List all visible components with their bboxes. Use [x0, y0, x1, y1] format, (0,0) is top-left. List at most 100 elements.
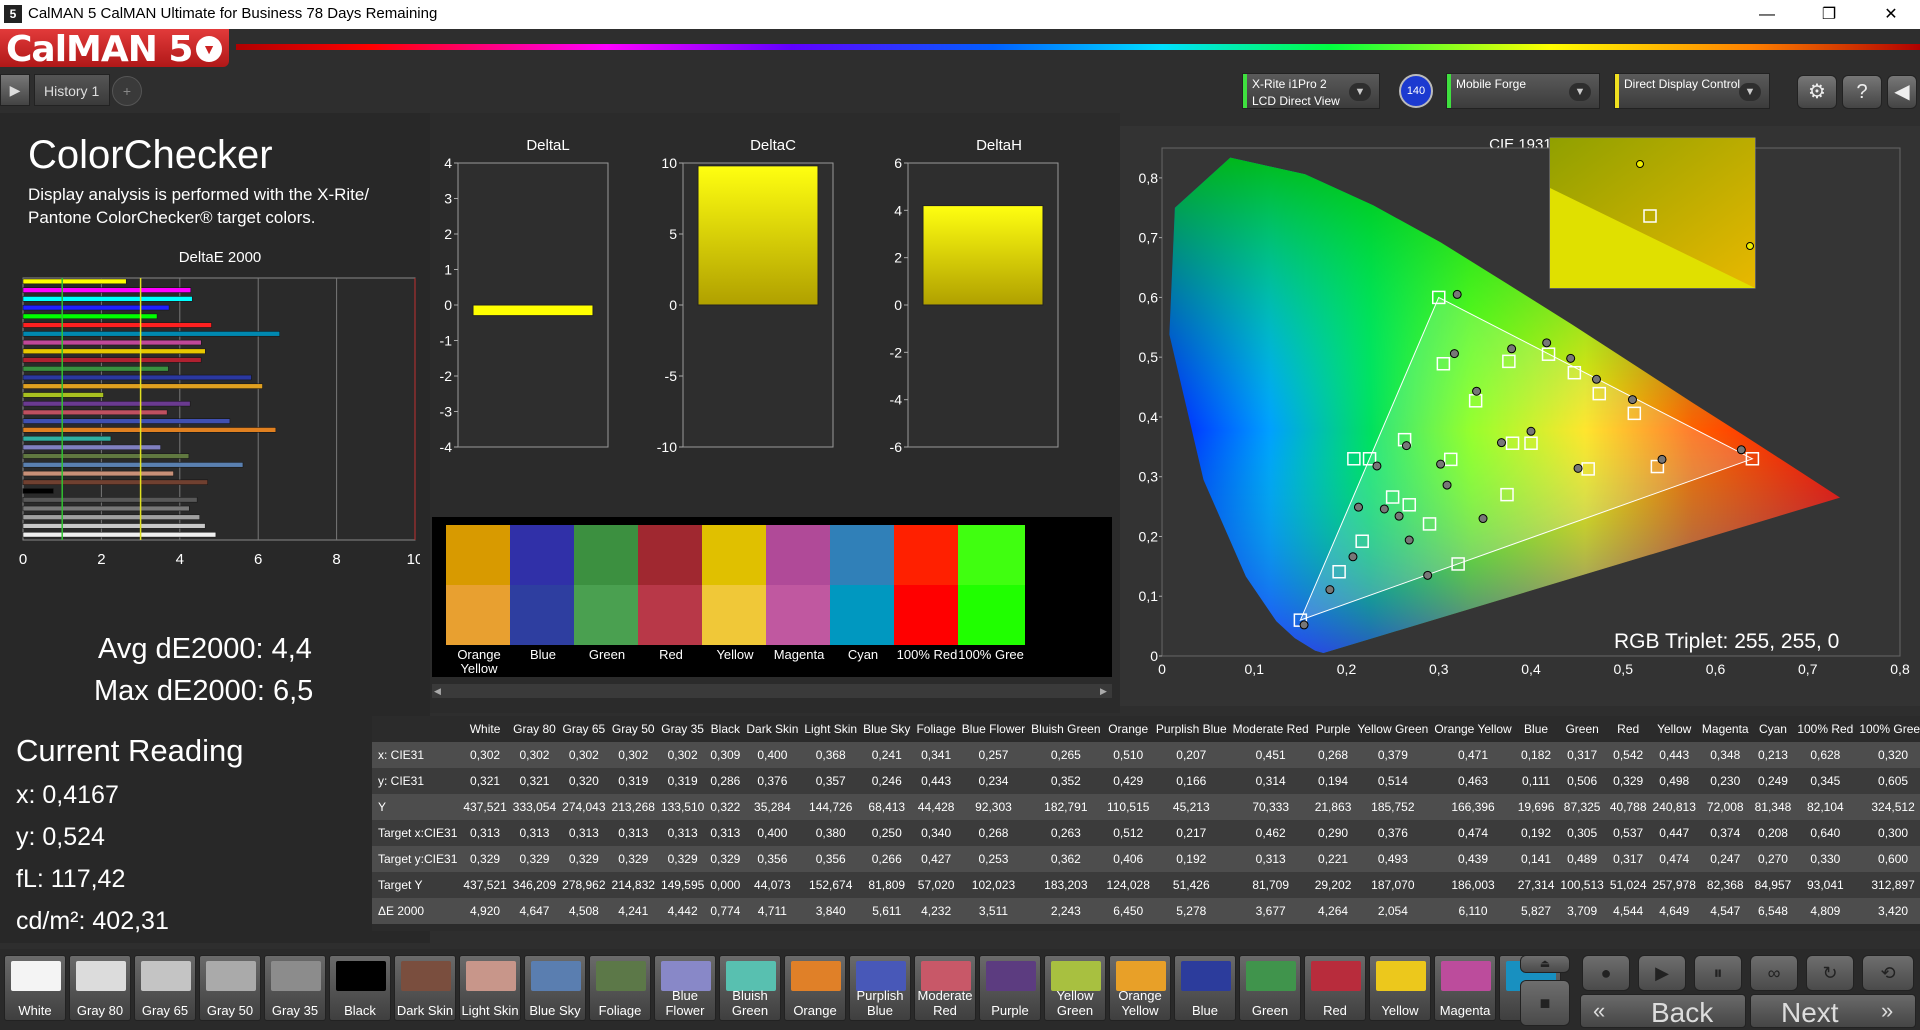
swatch-button-label: Green — [1251, 1003, 1289, 1018]
y-tick-label: -4 — [890, 392, 903, 408]
column-header: Blue — [1524, 722, 1549, 736]
chevron-down-icon[interactable]: ▼ — [1349, 83, 1371, 101]
tab-history-1[interactable]: History 1 — [34, 74, 110, 106]
swatch-button[interactable]: Yellow — [1369, 955, 1431, 1021]
table-row: Y 437,521 333,054 274,043 213,268 133,510 0,32… — [372, 794, 1920, 820]
color-swatch[interactable] — [766, 525, 833, 645]
measured-marker — [1423, 570, 1433, 580]
swatch-button[interactable]: Green — [1239, 955, 1301, 1021]
swatch-button[interactable]: Black — [329, 955, 391, 1021]
table-cell: 82,368 — [1698, 872, 1752, 898]
add-tab-button[interactable]: + — [112, 76, 142, 106]
swatch-button[interactable]: Blue — [1174, 955, 1236, 1021]
swatch-button[interactable]: Light Skin — [459, 955, 521, 1021]
minimize-button[interactable]: — — [1738, 0, 1796, 29]
table-cell: 0,213 — [1751, 742, 1795, 768]
swatch-chip — [271, 961, 321, 991]
color-swatch[interactable] — [830, 525, 897, 645]
table-cell: 44,073 — [743, 872, 802, 898]
play-icon[interactable]: ▶ — [0, 74, 30, 106]
swatch-button-label: Blue Flower — [665, 988, 705, 1018]
swatch-target — [958, 585, 1025, 645]
close-button[interactable]: ✕ — [1862, 0, 1920, 29]
table-row: Target x:CIE31 0,313 0,313 0,313 0,313 0,313 0… — [372, 820, 1920, 846]
color-swatch[interactable] — [958, 525, 1025, 645]
swatch-button[interactable]: Red — [1304, 955, 1366, 1021]
y-tick-label: -10 — [657, 439, 677, 455]
swatch-button[interactable]: White — [4, 955, 66, 1021]
display-control-selector[interactable]: Direct Display Control ▼ — [1614, 73, 1770, 109]
swatch-button[interactable]: Yellow Green — [1044, 955, 1106, 1021]
measured-marker — [1542, 338, 1552, 348]
swatch-button[interactable]: Bluish Green — [719, 955, 781, 1021]
hold-icon[interactable]: ⏸ — [1694, 955, 1742, 991]
swatch-button-label: Moderate Red — [917, 988, 973, 1018]
refresh-icon[interactable]: ↻ — [1806, 955, 1854, 991]
table-cell: 333,054 — [509, 794, 560, 820]
record-icon[interactable]: ● — [1582, 955, 1630, 991]
play-icon[interactable]: ▶ — [1638, 955, 1686, 991]
color-swatch[interactable] — [702, 525, 769, 645]
color-swatch[interactable] — [574, 525, 641, 645]
measured-marker — [1299, 620, 1309, 630]
column-header: Moderate Red — [1232, 722, 1309, 736]
calman-logo-menu[interactable]: CalMAN 5 ▼ — [0, 29, 229, 70]
loop-icon[interactable]: ∞ — [1750, 955, 1798, 991]
swatch-button[interactable]: Gray 80 — [69, 955, 131, 1021]
swatch-measured — [766, 525, 833, 585]
color-swatch[interactable] — [894, 525, 961, 645]
y-tick-label: 1 — [444, 262, 452, 278]
maximize-button[interactable]: ❐ — [1800, 0, 1858, 29]
chevron-down-icon[interactable]: ▼ — [1739, 83, 1761, 101]
help-icon[interactable]: ? — [1842, 75, 1882, 109]
swatch-button[interactable]: Purple — [979, 955, 1041, 1021]
chevron-down-icon[interactable]: ▼ — [1569, 83, 1591, 101]
swatch-chip — [336, 961, 386, 991]
color-swatch[interactable] — [510, 525, 577, 645]
scroll-left-icon[interactable]: ◀ — [434, 686, 444, 696]
swatch-button-label: Purplish Blue — [856, 988, 904, 1018]
swatch-button[interactable]: Orange — [784, 955, 846, 1021]
swatch-scrollbar[interactable]: ◀ ▶ — [432, 684, 1112, 698]
deltae-bar — [22, 401, 191, 407]
swatch-button[interactable]: Orange Yellow — [1109, 955, 1171, 1021]
continuous-icon[interactable]: ⟲ — [1862, 955, 1914, 991]
swatch-chip — [986, 961, 1036, 991]
table-cell: 0,208 — [1751, 820, 1795, 846]
swatch-button[interactable]: Gray 65 — [134, 955, 196, 1021]
scroll-right-icon[interactable]: ▶ — [1100, 686, 1110, 696]
reading-y: y: 0,524 — [16, 823, 105, 851]
gear-icon[interactable]: ⚙ — [1797, 75, 1837, 109]
color-swatch[interactable] — [638, 525, 705, 645]
chevron-down-icon[interactable]: ▼ — [196, 36, 222, 62]
swatch-button-label: Purple — [991, 1003, 1029, 1018]
meter-device-selector[interactable]: X-Rite i1Pro 2 LCD Direct View ▼ — [1242, 73, 1380, 109]
swatch-button-label: Orange — [793, 1003, 837, 1018]
swatch-button[interactable]: Magenta — [1434, 955, 1496, 1021]
spectrum-bar — [236, 44, 1920, 50]
swatch-button[interactable]: Dark Skin — [394, 955, 456, 1021]
swatch-button[interactable]: Blue Sky — [524, 955, 586, 1021]
next-button[interactable]: Next » — [1750, 994, 1916, 1028]
table-header-row: White Gray 80 Gray 65 Gray 50 Gray 35 Black Da… — [372, 716, 1920, 742]
table-cell: 40,788 — [1606, 794, 1650, 820]
swatch-button[interactable]: Moderate Red — [914, 955, 976, 1021]
table-cell: 0,329 — [559, 846, 609, 872]
stop-icon[interactable]: ■ — [1520, 980, 1570, 1026]
collapse-icon[interactable]: ◀ — [1887, 75, 1917, 109]
swatch-button[interactable]: Purplish Blue — [849, 955, 911, 1021]
measured-marker — [1591, 374, 1601, 384]
eject-icon[interactable]: ⏏ — [1520, 955, 1570, 973]
source-device-selector[interactable]: Mobile Forge ▼ — [1446, 73, 1600, 109]
table-cell: 81,709 — [1229, 872, 1312, 898]
swatch-button[interactable]: Blue Flower — [654, 955, 716, 1021]
row-header: Target y:CIE31 — [372, 846, 461, 872]
table-cell: 102,023 — [958, 872, 1029, 898]
y-tick-label: -6 — [890, 439, 903, 455]
swatch-chip — [1116, 961, 1166, 991]
color-swatch[interactable] — [446, 525, 513, 645]
back-button[interactable]: « Back — [1580, 994, 1746, 1028]
swatch-button[interactable]: Gray 35 — [264, 955, 326, 1021]
swatch-button[interactable]: Gray 50 — [199, 955, 261, 1021]
swatch-button[interactable]: Foliage — [589, 955, 651, 1021]
